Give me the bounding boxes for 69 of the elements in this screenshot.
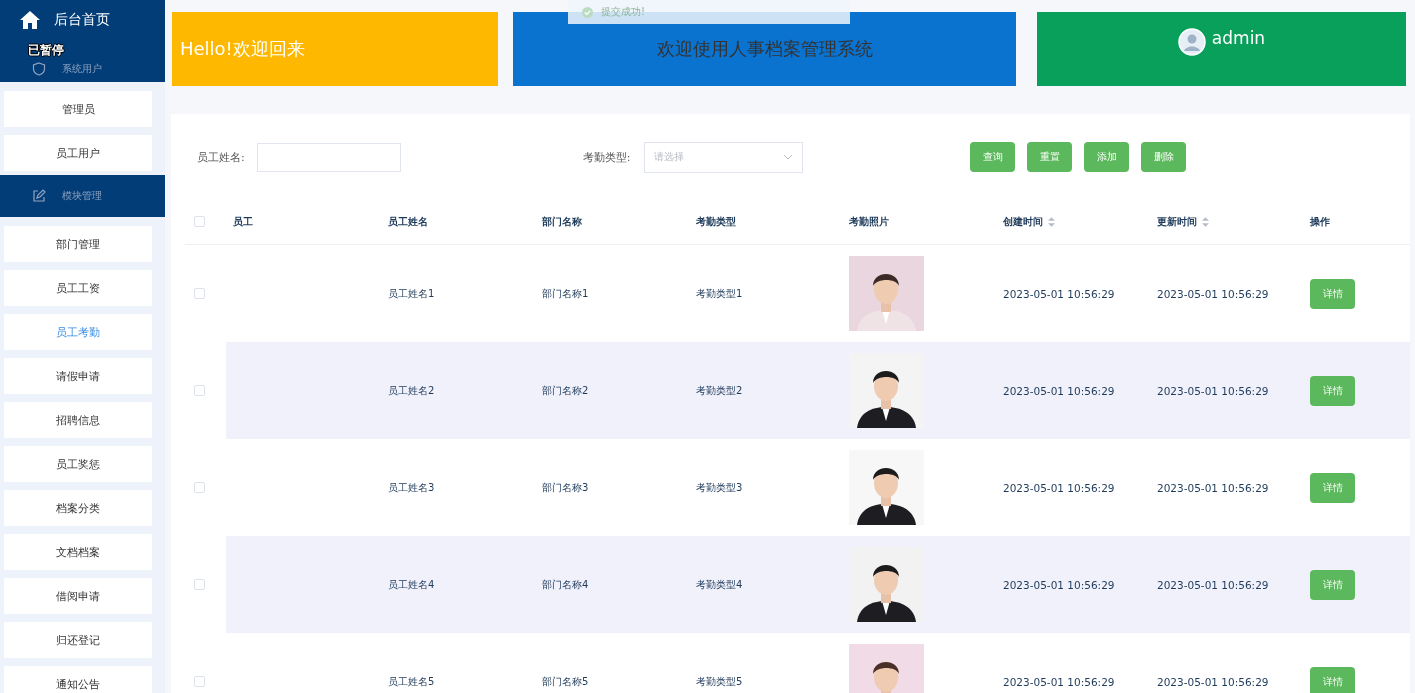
column-header: 创建时间 (1003, 214, 1043, 229)
table-cell: 2023-05-01 10:56:29 (1157, 578, 1269, 591)
row-checkbox[interactable] (194, 579, 205, 590)
sidebar-item[interactable]: 员工用户 (4, 135, 152, 171)
home-icon (20, 11, 40, 29)
column-header: 考勤类型 (696, 214, 736, 229)
name-input-field[interactable] (256, 142, 401, 172)
table-cell: 员工姓名3 (388, 480, 435, 495)
sidebar-item[interactable]: 借阅申请 (4, 578, 152, 614)
sidebar-item[interactable]: 员工考勤 (4, 314, 152, 350)
table-cell: 考勤类型1 (696, 286, 743, 301)
table-cell: 员工姓名1 (388, 286, 435, 301)
table-cell: 2023-05-01 10:56:29 (1157, 481, 1269, 494)
sidebar-item[interactable]: 通知公告 (4, 666, 152, 693)
row-checkbox[interactable] (194, 385, 205, 396)
table-cell: 考勤类型4 (696, 577, 743, 592)
row-checkbox[interactable] (194, 288, 205, 299)
shield-icon (32, 62, 46, 76)
table-cell: 2023-05-01 10:56:29 (1003, 481, 1115, 494)
sort-icon[interactable] (1202, 216, 1209, 227)
filter-label: 考勤类型: (582, 149, 631, 165)
table-cell: 2023-05-01 10:56:29 (1157, 384, 1269, 397)
table-cell: 考勤类型5 (696, 674, 743, 689)
table-cell: 部门名称1 (542, 286, 589, 301)
column-header: 员工姓名 (388, 214, 428, 229)
menu-group-header[interactable]: 模块管理 (0, 175, 165, 217)
sidebar-home-link[interactable]: 后台首页 (0, 0, 165, 40)
select-all-checkbox[interactable] (194, 216, 205, 227)
column-header: 员工 (233, 214, 253, 229)
table-cell: 部门名称4 (542, 577, 589, 592)
table-cell: 员工姓名5 (388, 674, 435, 689)
table-cell: 2023-05-01 10:56:29 (1157, 287, 1269, 300)
sidebar-item[interactable]: 请假申请 (4, 358, 152, 394)
username: admin (1211, 28, 1266, 48)
sidebar-item[interactable]: 员工奖惩 (4, 446, 152, 482)
edit-icon (32, 189, 46, 203)
table-cell: 部门名称2 (542, 383, 589, 398)
chevron-down-icon (783, 154, 794, 160)
sidebar-item[interactable]: 部门管理 (4, 226, 152, 262)
table-cell: 2023-05-01 10:56:29 (1003, 578, 1115, 591)
sidebar-item[interactable]: 管理员 (4, 91, 152, 127)
sort-icon[interactable] (1048, 216, 1055, 227)
paused-label: 已暂停 (28, 43, 64, 57)
table-cell: 员工姓名2 (388, 383, 435, 398)
sidebar-item[interactable]: 文档档案 (4, 534, 152, 570)
column-header: 考勤照片 (849, 214, 889, 229)
row-checkbox[interactable] (194, 482, 205, 493)
table-cell: 2023-05-01 10:56:29 (1003, 384, 1115, 397)
table-cell: 员工姓名4 (388, 577, 435, 592)
table-cell: 部门名称3 (542, 480, 589, 495)
column-header: 操作 (1310, 214, 1330, 229)
table-cell: 考勤类型3 (696, 480, 743, 495)
toast-message: 提交成功! (601, 5, 645, 19)
sidebar-item[interactable]: 归还登记 (4, 622, 152, 658)
filter-label: 员工姓名: (197, 149, 245, 165)
sidebar-item[interactable]: 员工工资 (4, 270, 152, 306)
table-cell: 部门名称5 (542, 674, 589, 689)
sidebar-item[interactable]: 档案分类 (4, 490, 152, 526)
sidebar-item[interactable]: 招聘信息 (4, 402, 152, 438)
column-header: 部门名称 (542, 214, 582, 229)
table-cell: 2023-05-01 10:56:29 (1003, 287, 1115, 300)
table-cell: 2023-05-01 10:56:29 (1003, 675, 1115, 688)
table-cell: 2023-05-01 10:56:29 (1157, 675, 1269, 688)
row-checkbox[interactable] (194, 676, 205, 687)
table-cell: 考勤类型2 (696, 383, 743, 398)
avatar-icon (1177, 28, 1206, 56)
column-header: 更新时间 (1157, 214, 1197, 229)
check-icon (582, 6, 593, 18)
greeting-banner: Hello!欢迎回来 (172, 12, 498, 86)
